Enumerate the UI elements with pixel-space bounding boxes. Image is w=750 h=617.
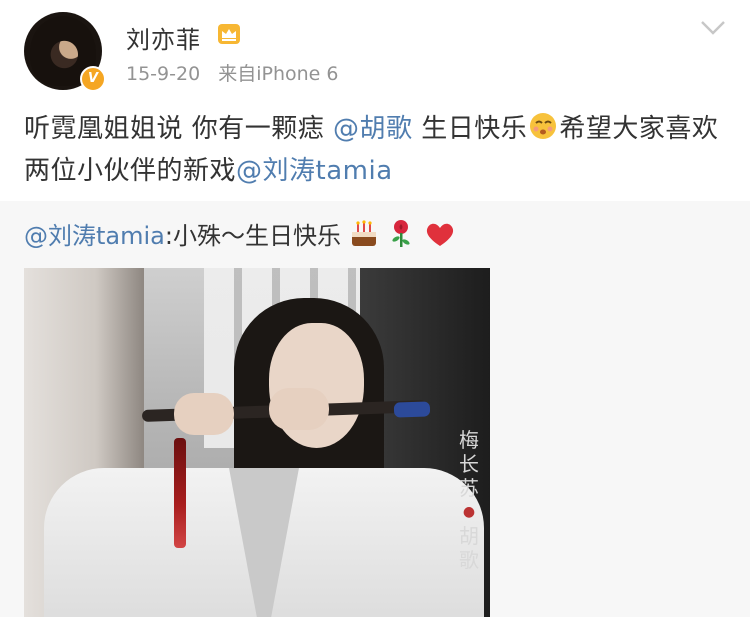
- watermark-title: 梅长苏: [459, 428, 479, 500]
- cake-emoji-icon: [351, 220, 376, 246]
- photo-watermark: 梅长苏 ● 胡歌: [456, 428, 482, 572]
- post-meta: 15-9-20 来自iPhone 6: [126, 59, 350, 86]
- verified-badge: V: [80, 66, 106, 92]
- post-text: 听霓凰姐姐说 你有一颗痣 @胡歌 生日快乐 希望大家喜欢两位小伙伴的新戏@刘涛t…: [24, 108, 724, 192]
- repost-mention[interactable]: @刘涛tamia: [24, 222, 165, 250]
- photo-tassel: [174, 438, 186, 548]
- weibo-post: V 刘亦菲 15-9-20 来自iPhone 6 听霓凰姐姐说 你有一颗痣 @胡…: [0, 0, 750, 617]
- mention-liu-tao[interactable]: @刘涛tamia: [236, 156, 393, 186]
- repost-photo[interactable]: 梅长苏 ● 胡歌: [24, 268, 490, 617]
- photo-flute-tip: [393, 401, 431, 418]
- crown-icon[interactable]: [216, 22, 242, 46]
- post-text-part2: 生日快乐: [412, 114, 528, 144]
- kiss-emoji-icon: [530, 113, 557, 139]
- photo-hand-left: [174, 393, 234, 435]
- post-source: 来自iPhone 6: [218, 63, 339, 85]
- repost-card[interactable]: @刘涛tamia:小殊～生日快乐 梅长苏 ● 胡歌: [0, 201, 750, 617]
- timestamp: 15-9-20: [126, 63, 201, 85]
- post-text-part1: 听霓凰姐姐说 你有一颗痣: [24, 114, 334, 144]
- mention-hu-ge[interactable]: @胡歌: [333, 114, 413, 144]
- watermark-name: 胡歌: [459, 524, 479, 572]
- chevron-down-icon[interactable]: [700, 20, 726, 36]
- photo-hand-right: [269, 388, 329, 430]
- repost-text: @刘涛tamia:小殊～生日快乐: [24, 218, 456, 254]
- repost-message: :小殊～生日快乐: [164, 222, 341, 250]
- username[interactable]: 刘亦菲: [126, 20, 201, 55]
- heart-emoji-icon: [426, 223, 453, 246]
- rose-emoji-icon: [392, 220, 410, 247]
- watermark-dot: ●: [462, 504, 476, 520]
